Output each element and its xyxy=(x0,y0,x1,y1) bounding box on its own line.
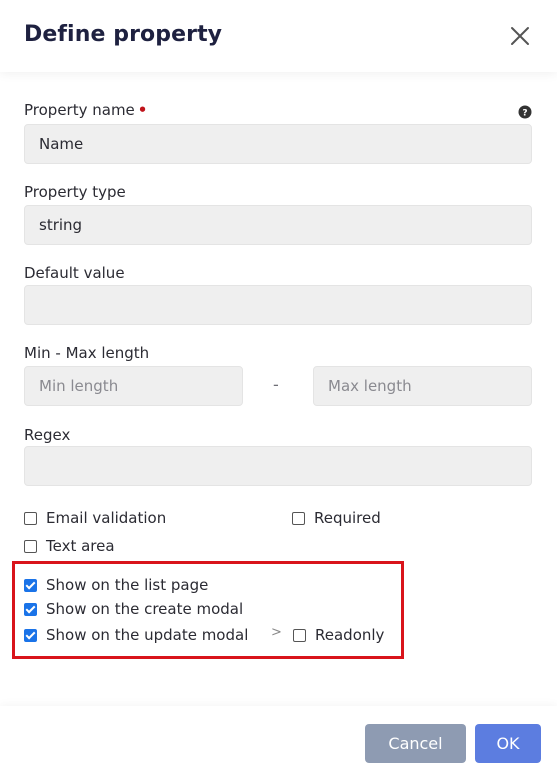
range-separator: - xyxy=(273,375,279,394)
svg-text:?: ? xyxy=(522,109,527,119)
text-area-option[interactable]: Text area xyxy=(24,537,115,555)
max-length-input[interactable] xyxy=(313,366,532,406)
property-name-label-text: Property name xyxy=(24,101,135,119)
property-name-label: Property name • xyxy=(24,101,147,119)
property-name-input[interactable] xyxy=(24,124,532,164)
ok-button[interactable]: OK xyxy=(475,724,541,763)
property-type-input[interactable] xyxy=(24,205,532,245)
readonly-checkbox[interactable] xyxy=(293,628,306,642)
help-icon[interactable]: ? xyxy=(518,105,532,119)
min-length-input[interactable] xyxy=(24,366,243,406)
close-icon xyxy=(511,27,529,45)
show-update-modal-option[interactable]: Show on the update modal xyxy=(24,626,248,644)
email-validation-option[interactable]: Email validation xyxy=(24,509,166,527)
show-list-page-label: Show on the list page xyxy=(46,576,209,594)
regex-input[interactable] xyxy=(24,446,532,486)
show-create-modal-label: Show on the create modal xyxy=(46,600,244,618)
text-area-label: Text area xyxy=(46,537,115,555)
property-type-label: Property type xyxy=(24,183,126,201)
chevron-right-icon: > xyxy=(271,625,282,640)
email-validation-checkbox[interactable] xyxy=(24,511,37,525)
text-area-checkbox[interactable] xyxy=(24,539,37,553)
default-value-label: Default value xyxy=(24,264,125,282)
readonly-label: Readonly xyxy=(315,626,385,644)
show-list-page-checkbox[interactable] xyxy=(24,578,37,592)
define-property-modal: Define property Property name• ? Propert… xyxy=(0,0,557,778)
modal-header: Define property xyxy=(0,0,557,72)
show-update-modal-checkbox[interactable] xyxy=(24,628,37,642)
cancel-button[interactable]: Cancel xyxy=(365,724,466,763)
default-value-input[interactable] xyxy=(24,285,532,325)
required-option[interactable]: Required xyxy=(292,509,381,527)
min-max-length-label: Min - Max length xyxy=(24,344,150,362)
readonly-option[interactable]: Readonly xyxy=(293,626,384,644)
modal-footer: Cancel OK xyxy=(0,706,557,778)
regex-label: Regex xyxy=(24,426,71,444)
show-update-modal-label: Show on the update modal xyxy=(46,626,249,644)
close-button[interactable] xyxy=(508,24,532,48)
show-create-modal-option[interactable]: Show on the create modal xyxy=(24,600,243,618)
show-create-modal-checkbox[interactable] xyxy=(24,602,37,616)
show-list-page-option[interactable]: Show on the list page xyxy=(24,576,208,594)
required-indicator: • xyxy=(137,101,148,119)
required-checkbox[interactable] xyxy=(292,511,305,525)
required-label: Required xyxy=(314,509,381,527)
modal-title: Define property xyxy=(24,22,223,47)
email-validation-label: Email validation xyxy=(46,509,167,527)
